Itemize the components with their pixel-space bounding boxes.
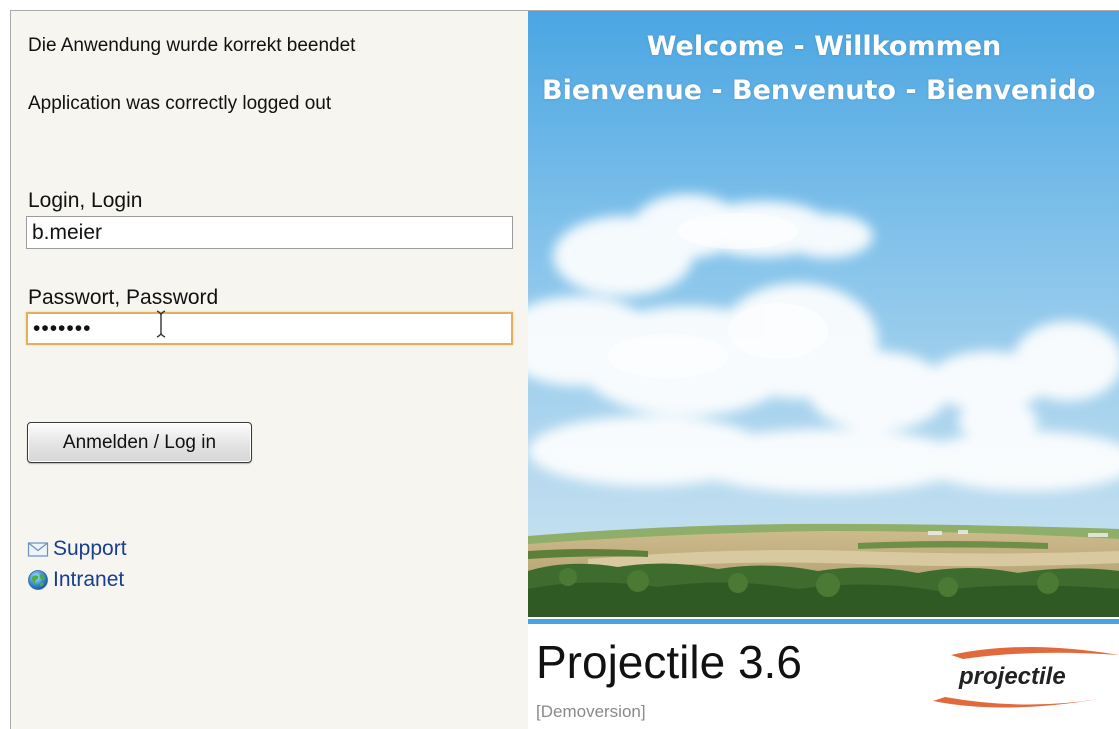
logout-message-de: Die Anwendung wurde korrekt beendet xyxy=(28,35,356,56)
welcome-heading-line1: Welcome - Willkommen xyxy=(646,31,1002,62)
envelope-icon xyxy=(27,542,49,557)
intranet-link[interactable]: Intranet xyxy=(27,567,124,593)
support-link-label[interactable]: Support xyxy=(53,537,127,561)
product-title: Projectile 3.6 xyxy=(536,636,802,688)
accent-divider xyxy=(528,619,1119,624)
edition-note: [Demoversion] xyxy=(536,702,646,721)
support-link[interactable]: Support xyxy=(27,536,127,562)
password-input[interactable] xyxy=(26,312,513,345)
logo-text: projectile xyxy=(959,663,1066,690)
password-label: Passwort, Password xyxy=(28,286,219,309)
projectile-logo: projectile xyxy=(923,641,1119,713)
login-button[interactable]: Anmelden / Log in xyxy=(27,422,252,463)
landscape-image: Welcome - Willkommen Bienvenue - Benvenu… xyxy=(528,11,1119,617)
login-label: Login, Login xyxy=(28,189,143,212)
intranet-link-label[interactable]: Intranet xyxy=(53,568,124,592)
welcome-panel: Welcome - Willkommen Bienvenue - Benvenu… xyxy=(528,11,1119,729)
logout-message-en: Application was correctly logged out xyxy=(28,93,332,114)
login-input[interactable] xyxy=(26,216,513,249)
welcome-heading-line2: Bienvenue - Benvenuto - Bienvenido xyxy=(542,75,1096,106)
globe-icon xyxy=(28,570,48,590)
login-window: Die Anwendung wurde korrekt beendet Appl… xyxy=(10,10,1119,729)
login-panel: Die Anwendung wurde korrekt beendet Appl… xyxy=(11,11,528,729)
